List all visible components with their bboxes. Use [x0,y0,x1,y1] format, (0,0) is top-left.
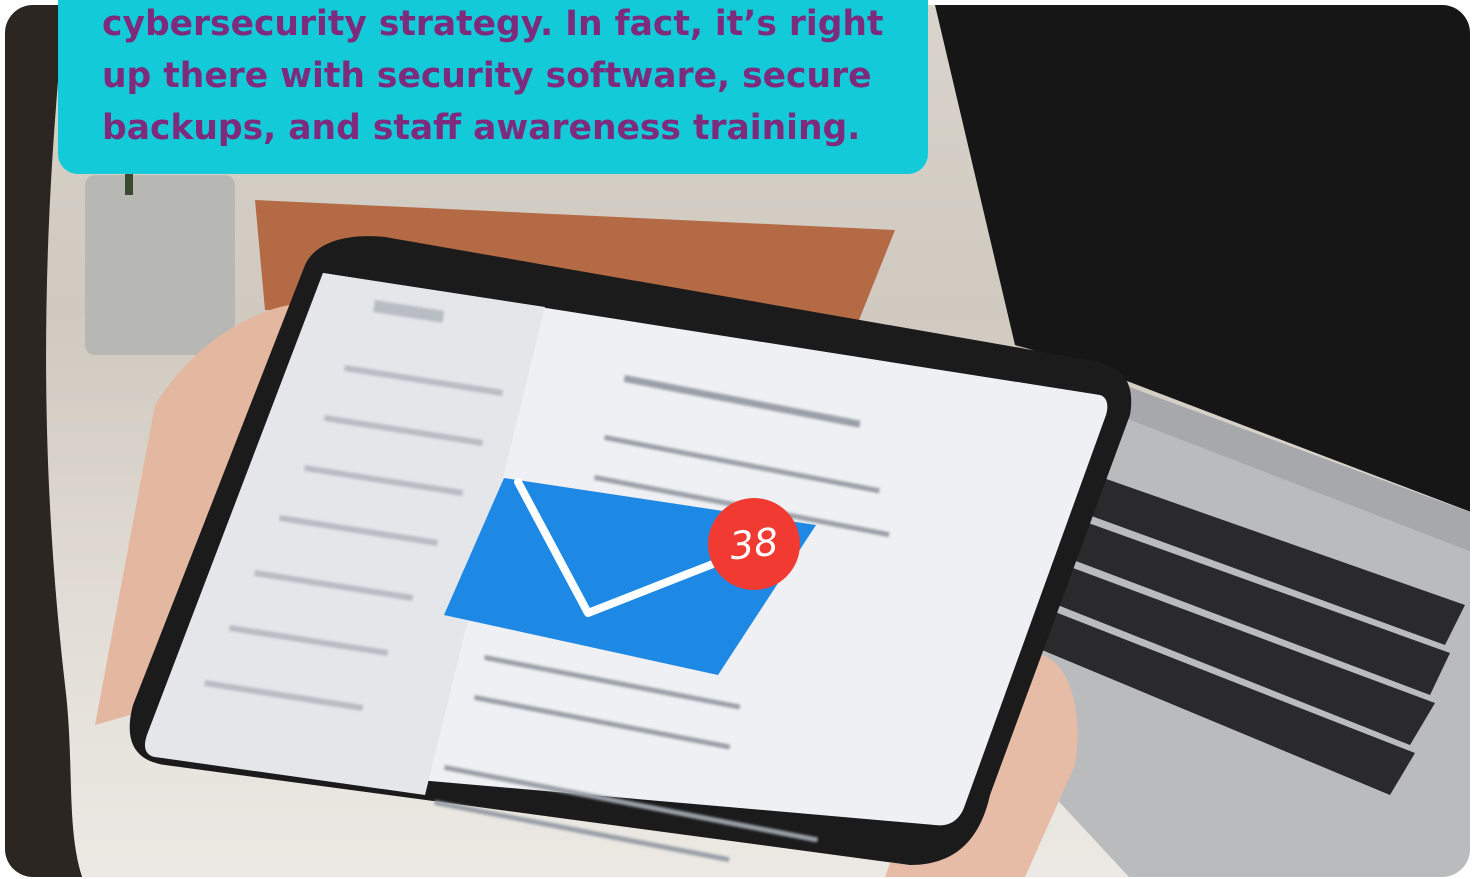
notification-count: 38 [727,519,781,569]
banner-line-2: up there with security software, secure [102,56,872,96]
banner-text: cybersecurity strategy. In fact, it’s ri… [102,0,912,154]
banner-line-1: cybersecurity strategy. In fact, it’s ri… [102,4,884,44]
quote-banner: cybersecurity strategy. In fact, it’s ri… [58,0,928,174]
notification-badge: 38 [708,498,800,590]
banner-line-3: backups, and staff awareness training. [102,108,861,148]
